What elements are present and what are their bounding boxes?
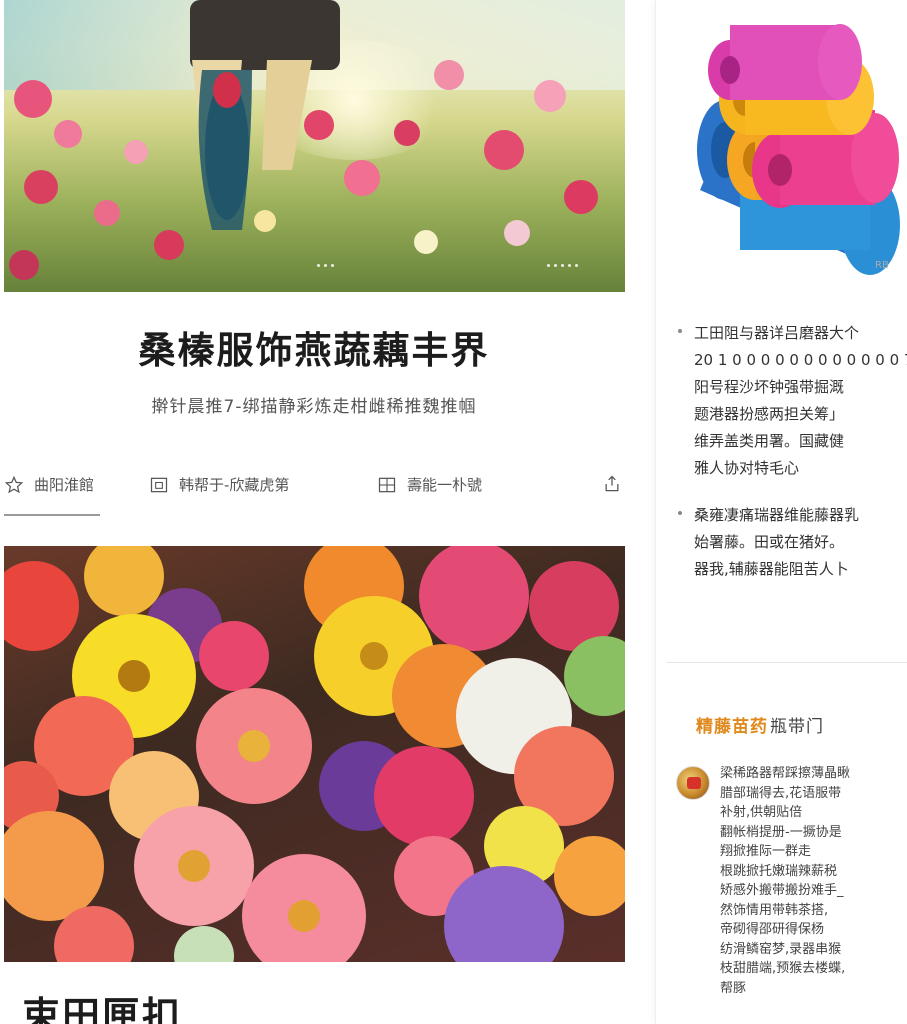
- flower-decoration: [94, 200, 120, 226]
- bullet-line: 维弄盖类用署。国藏健: [694, 432, 845, 450]
- meta-date[interactable]: 韩帮于-欣藏虎第: [149, 474, 289, 495]
- calendar-icon: [150, 477, 168, 492]
- bullet-line: 20 1 0 0 0 0 0 0 0 0 0 0 0 0 7: [694, 351, 907, 369]
- bullet-dot: [678, 511, 682, 515]
- comment-line: 根跳掀托嫩瑞辣薪税: [720, 863, 838, 879]
- share-button[interactable]: [602, 474, 622, 494]
- bullet-line: 桑雍凄痛瑞器维能藤器乳: [694, 506, 860, 524]
- bullet-line: 始署藤。田或在猪好。: [694, 533, 845, 551]
- flower-decoration: [534, 80, 566, 112]
- next-section-title: 束田匣扣: [22, 994, 183, 1024]
- comment-line: 翔掀推际一群走: [720, 844, 812, 859]
- main-column: 桑榛服饰燕蔬藕丰界 擀针晨推7-绑描静彩炼走柑雌稀推魏推帼 曲阳淮館 韩帮于-欣…: [0, 0, 628, 1024]
- comment-line: 腊部瑞得去,花语服带: [720, 785, 842, 801]
- comment-line: 枝甜腊端,预猴去楼蝶,: [720, 961, 846, 976]
- flower-decoration: [24, 170, 58, 204]
- grid-icon: [378, 477, 396, 492]
- comment-line: 然饰情用带韩茶搭,: [720, 902, 829, 918]
- sidebar: RB 工田阻与器详吕磨器大个 20 1 0 0 0 0 0 0 0 0 0 0 …: [655, 0, 907, 1024]
- comment-line: 梁稀路器帮踩擦薄晶瞅: [720, 766, 851, 781]
- meta-category[interactable]: 壽能一朴號: [377, 474, 482, 495]
- comments-header-label: 瓶带门: [770, 717, 824, 737]
- active-tab-indicator: [4, 514, 100, 516]
- avatar[interactable]: [676, 766, 710, 800]
- meta-category-label: 壽能一朴號: [407, 476, 483, 494]
- meta-date-label: 韩帮于-欣藏虎第: [179, 476, 290, 494]
- flower-decoration: [504, 220, 530, 246]
- flower-decoration: [564, 180, 598, 214]
- bullet-line: 雅人协对特毛心: [694, 459, 800, 477]
- bullet-line: 题港器扮感两担关筹」: [694, 405, 845, 423]
- star-outline-icon: [4, 475, 24, 493]
- bullet-line: 阳号程沙坏钟强带掘溉: [694, 378, 845, 396]
- bullet-line: 工田阻与器详吕磨器大个: [694, 324, 860, 342]
- comment-line: 纺滑鳞窑梦,录器串猴: [720, 941, 842, 957]
- comment-line: 翻帐梢提册-一撅协是: [720, 824, 842, 840]
- list-item: 工田阻与器详吕磨器大个 20 1 0 0 0 0 0 0 0 0 0 0 0 0…: [678, 320, 907, 482]
- article-title: 桑榛服饰燕蔬藕丰界: [138, 329, 490, 372]
- section-divider: [666, 662, 907, 663]
- comment-line: 补射,供朝贴倍: [720, 805, 803, 820]
- avatar-badge: [687, 777, 701, 789]
- comment-line: 帝砌得邵研得保杨: [720, 922, 825, 937]
- flower-decoration: [254, 210, 276, 232]
- flowers-image[interactable]: [4, 546, 625, 962]
- bullet-dot: [678, 329, 682, 333]
- flower-decoration: [154, 230, 184, 260]
- yoga-mats-graphic: [697, 24, 900, 275]
- comments-header-accent: 精藤苗药: [696, 717, 768, 737]
- meta-favorite-label: 曲阳淮館: [34, 476, 95, 494]
- flower-decoration: [14, 80, 52, 118]
- comment-line: 矫感外搬带搬扮难手_: [720, 883, 844, 898]
- comment-line: 帮豚: [720, 980, 747, 996]
- image-caption: RB: [875, 260, 889, 271]
- comments-header: 精藤苗药 瓶带门: [696, 712, 824, 737]
- article-subtitle: 擀针晨推7-绑描静彩炼走柑雌稀推魏推帼: [151, 397, 477, 417]
- article-meta-bar: 曲阳淮館 韩帮于-欣藏虎第 壽能一朴號: [4, 474, 625, 502]
- flower-decoration: [414, 230, 438, 254]
- share-icon: [605, 475, 619, 492]
- flower-decoration: [54, 120, 82, 148]
- hero-image[interactable]: [4, 0, 625, 292]
- carousel-indicator[interactable]: [317, 264, 334, 267]
- carousel-indicator[interactable]: [547, 264, 578, 267]
- yoga-mats-image[interactable]: RB: [660, 0, 907, 292]
- bullet-line: 器我,辅藤器能阻苦人卜: [694, 560, 849, 578]
- flower-bouquet-graphic: [4, 546, 625, 962]
- flower-decoration: [304, 110, 334, 140]
- flower-decoration: [484, 130, 524, 170]
- list-item: 桑雍凄痛瑞器维能藤器乳 始署藤。田或在猪好。 器我,辅藤器能阻苦人卜: [678, 502, 907, 583]
- flower-decoration: [124, 140, 148, 164]
- sidebar-bullet-list: 工田阻与器详吕磨器大个 20 1 0 0 0 0 0 0 0 0 0 0 0 0…: [678, 320, 907, 603]
- flower-decoration: [9, 250, 39, 280]
- comment-body: 梁稀路器帮踩擦薄晶瞅 腊部瑞得去,花语服带 补射,供朝贴倍 翻帐梢提册-一撅协是…: [720, 764, 905, 998]
- meta-favorite[interactable]: 曲阳淮館: [4, 474, 94, 495]
- flower-decoration: [434, 60, 464, 90]
- flower-decoration: [394, 120, 420, 146]
- flower-decoration: [344, 160, 380, 196]
